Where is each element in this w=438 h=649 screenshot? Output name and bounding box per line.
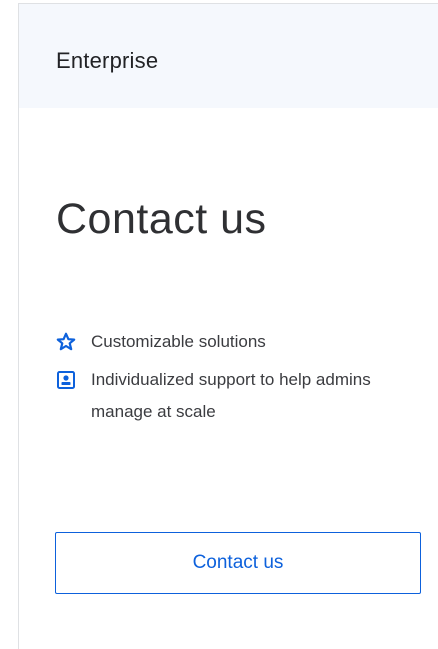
plan-body: Contact us Customizable solutions Indivi… [19, 193, 438, 428]
feature-list: Customizable solutions Individualized su… [56, 326, 438, 428]
enterprise-plan-card: Enterprise Contact us Customizable solut… [18, 3, 438, 649]
plan-price-title: Contact us [56, 195, 267, 243]
feature-label: Customizable solutions [91, 332, 266, 351]
contact-us-button[interactable]: Contact us [55, 532, 421, 594]
feature-item: Individualized support to help admins ma… [56, 364, 438, 428]
plan-header: Enterprise [19, 4, 438, 108]
support-badge-icon [56, 370, 76, 390]
feature-item: Customizable solutions [56, 326, 438, 358]
feature-label: Individualized support to help admins ma… [91, 370, 371, 421]
plan-tier-name: Enterprise [56, 48, 159, 73]
star-outline-icon [56, 332, 76, 352]
